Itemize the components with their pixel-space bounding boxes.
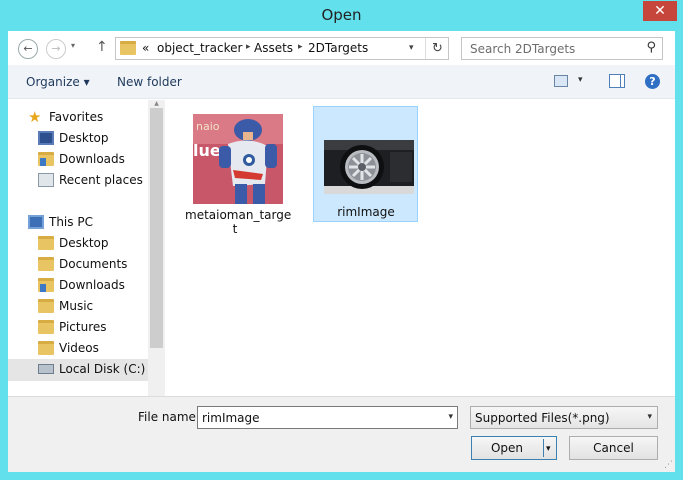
- breadcrumb-assets[interactable]: Assets: [254, 41, 293, 55]
- breadcrumb-separator-icon[interactable]: ▸: [298, 42, 303, 52]
- downloads-folder-icon: [38, 152, 54, 166]
- navigation-bar: ← → ▾ ↑ « object_tracker ▸ Assets ▸ 2DTa…: [8, 31, 675, 65]
- cancel-button[interactable]: Cancel: [569, 436, 658, 460]
- sidebar-item-music[interactable]: Music: [38, 297, 146, 317]
- breadcrumb-object-tracker[interactable]: object_tracker: [157, 41, 242, 55]
- folder-icon: [38, 341, 54, 355]
- sidebar-item-label: Desktop: [59, 236, 109, 250]
- breadcrumb-2dtargets[interactable]: 2DTargets: [308, 41, 368, 55]
- title-bar[interactable]: Open ✕: [0, 0, 683, 31]
- sidebar-item-label: Desktop: [59, 131, 109, 145]
- svg-text:lue: lue: [193, 141, 221, 160]
- open-button-label[interactable]: Open: [472, 437, 542, 459]
- folder-icon: [38, 299, 54, 313]
- sidebar-item-label: Local Disk (C:): [59, 362, 146, 376]
- computer-icon: [28, 215, 44, 229]
- command-toolbar: Organize ▾ New folder ▾ ?: [8, 65, 675, 99]
- file-name-label: File name:: [138, 410, 200, 424]
- sidebar-item-local-disk[interactable]: Local Disk (C:): [8, 359, 148, 381]
- search-input[interactable]: Search 2DTargets ⚲: [461, 37, 663, 60]
- resize-grip-icon[interactable]: ⋰: [664, 460, 673, 470]
- sidebar-item-pc-desktop[interactable]: Desktop: [38, 234, 146, 254]
- recent-locations-dropdown[interactable]: ▾: [71, 41, 75, 50]
- view-options-dropdown[interactable]: ▾: [578, 75, 583, 85]
- sidebar-item-label: Favorites: [49, 110, 104, 124]
- sidebar-item-videos[interactable]: Videos: [38, 339, 146, 359]
- sidebar-item-label: This PC: [49, 215, 93, 229]
- sidebar-item-label: Downloads: [59, 278, 125, 292]
- rim-image-thumbnail: [324, 140, 414, 194]
- dialog-footer: File name: rimImage ▾ Supported Files(*.…: [8, 396, 675, 472]
- search-placeholder: Search 2DTargets: [470, 42, 576, 56]
- svg-text:naio: naio: [196, 120, 220, 133]
- file-item-rimimage[interactable]: rimImage: [313, 106, 418, 222]
- open-button-divider: [543, 439, 544, 457]
- file-name-field[interactable]: rimImage ▾: [197, 406, 458, 429]
- sidebar-item-pc-downloads[interactable]: Downloads: [38, 276, 146, 296]
- sidebar-item-label: Recent places: [59, 173, 143, 187]
- sidebar-item-desktop[interactable]: Desktop: [38, 129, 146, 149]
- folder-icon: [38, 320, 54, 334]
- sidebar-item-label: Videos: [59, 341, 99, 355]
- new-folder-button[interactable]: New folder: [117, 75, 182, 89]
- navigation-pane: ★ Favorites Desktop Downloads Recent pla…: [8, 100, 165, 396]
- metaioman-thumbnail: naio lue: [193, 114, 283, 204]
- preview-pane-icon[interactable]: [609, 74, 625, 88]
- folder-icon: [38, 236, 54, 250]
- file-name-value[interactable]: rimImage: [202, 411, 260, 425]
- address-history-dropdown[interactable]: ▾: [409, 43, 414, 53]
- breadcrumb-separator-icon[interactable]: ▸: [246, 42, 251, 52]
- sidebar-item-pictures[interactable]: Pictures: [38, 318, 146, 338]
- file-type-select[interactable]: Supported Files(*.png) ▾: [470, 406, 658, 429]
- forward-button[interactable]: →: [46, 39, 66, 59]
- change-view-icon[interactable]: [554, 75, 568, 87]
- sidebar-item-recent-places[interactable]: Recent places: [38, 171, 146, 191]
- folder-icon: [38, 278, 54, 292]
- folder-icon: [38, 257, 54, 271]
- up-button[interactable]: ↑: [96, 39, 108, 55]
- sidebar-item-downloads[interactable]: Downloads: [38, 150, 146, 170]
- window-title: Open: [321, 6, 362, 24]
- open-options-dropdown[interactable]: ▾: [546, 438, 551, 460]
- sidebar-item-label: Downloads: [59, 152, 125, 166]
- sidebar-item-documents[interactable]: Documents: [38, 255, 146, 275]
- address-folder-icon: [120, 41, 136, 55]
- sidebar-item-favorites[interactable]: ★ Favorites: [28, 108, 146, 128]
- refresh-button[interactable]: ↻: [425, 38, 449, 59]
- sidebar-item-label: Music: [59, 299, 94, 313]
- open-dialog: Open ✕ ← → ▾ ↑ « object_tracker ▸ Assets…: [0, 0, 683, 480]
- close-button[interactable]: ✕: [643, 1, 677, 21]
- breadcrumb-overflow[interactable]: «: [142, 41, 149, 55]
- back-button[interactable]: ←: [18, 39, 38, 59]
- file-name-label: rimImage: [337, 205, 395, 219]
- organize-menu-button[interactable]: Organize ▾: [26, 75, 90, 89]
- sidebar-item-this-pc[interactable]: This PC: [28, 213, 146, 233]
- address-bar[interactable]: « object_tracker ▸ Assets ▸ 2DTargets ▾ …: [115, 37, 449, 60]
- chevron-down-icon[interactable]: ▾: [448, 412, 453, 422]
- file-name-label-continued: t: [232, 222, 238, 236]
- file-item-metaioman-target[interactable]: naio lue metaioman_targe t: [183, 106, 292, 236]
- file-list: naio lue metaioman_targe t rimImage: [165, 100, 675, 396]
- file-type-value: Supported Files(*.png): [475, 411, 610, 425]
- open-button[interactable]: Open ▾: [471, 436, 557, 460]
- recent-places-icon: [38, 173, 54, 187]
- desktop-icon: [38, 131, 54, 145]
- scroll-up-icon[interactable]: ▲: [148, 100, 165, 108]
- search-icon[interactable]: ⚲: [646, 40, 656, 55]
- sidebar-item-label: Pictures: [59, 320, 107, 334]
- help-icon[interactable]: ?: [645, 74, 660, 89]
- dialog-client-area: ← → ▾ ↑ « object_tracker ▸ Assets ▸ 2DTa…: [8, 31, 675, 472]
- file-name-label: metaioman_targe: [185, 208, 292, 222]
- drive-icon: [38, 364, 54, 374]
- sidebar-scrollbar-thumb[interactable]: [150, 108, 163, 348]
- star-icon: ★: [28, 108, 42, 126]
- chevron-down-icon[interactable]: ▾: [647, 412, 652, 422]
- sidebar-item-label: Documents: [59, 257, 128, 271]
